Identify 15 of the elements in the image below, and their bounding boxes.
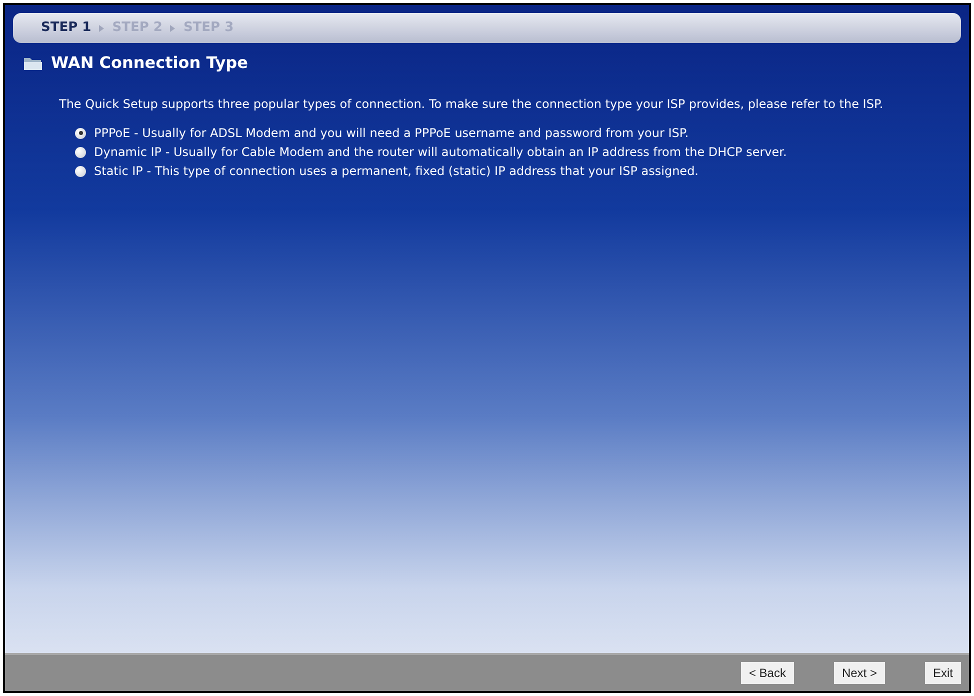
radio-option[interactable]: Static IP - This type of connection uses a permanent, fixed (static) IP address that your ISP assigned. bbox=[75, 163, 961, 179]
wizard-button[interactable]: < Back bbox=[740, 662, 794, 684]
wizard-button[interactable]: Exit bbox=[924, 662, 961, 684]
page-title: WAN Connection Type bbox=[51, 52, 248, 74]
arrow-icon bbox=[99, 24, 104, 32]
step-label: STEP 1 bbox=[41, 19, 92, 38]
radio-button[interactable] bbox=[75, 166, 86, 176]
radio-button[interactable] bbox=[75, 128, 86, 138]
arrow-icon bbox=[170, 24, 176, 32]
radio-option[interactable]: Dynamic IP - Usually for Cable Modem and the router will automatically obtain an IP address from the DHCP server. bbox=[75, 144, 961, 160]
radio-button[interactable] bbox=[75, 146, 86, 158]
intro-text: The Quick Setup supports three popular types of connection. To make sure the connection type your ISP provides, please refer to the ISP. bbox=[58, 97, 884, 111]
wizard-button[interactable]: Next > bbox=[834, 662, 885, 684]
folder-icon bbox=[23, 55, 43, 71]
radio-option[interactable]: PPPoE - Usually for ADSL Modem and you will need a PPPoE username and password from your ISP. bbox=[75, 125, 961, 141]
